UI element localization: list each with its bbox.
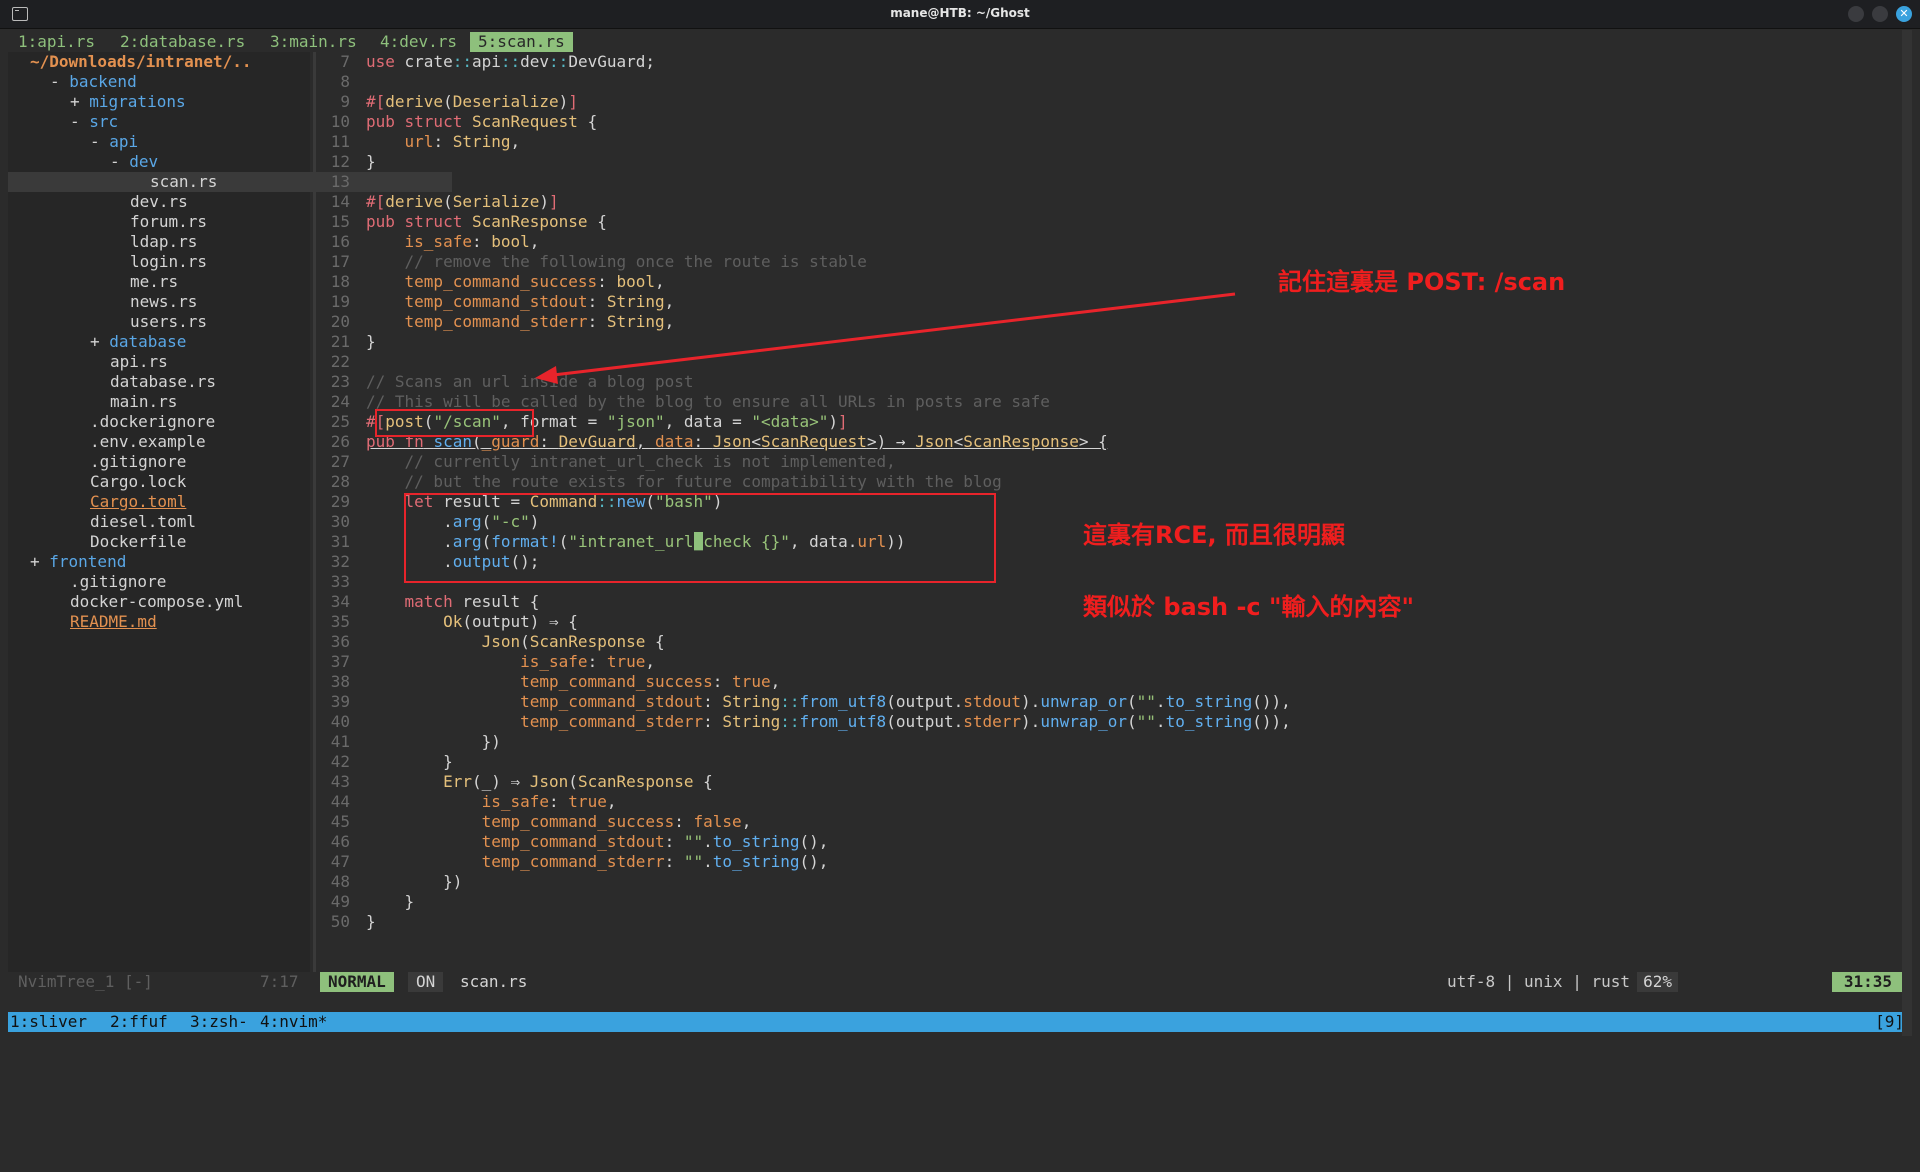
- annotation-arrow: [535, 292, 1236, 384]
- annotation-bash-c: 類似於 bash -c "輸入的內容": [1083, 593, 1415, 621]
- annotation-rce: 這裏有RCE, 而且很明顯: [1083, 521, 1345, 549]
- annotation-post-scan: 記住這裏是 POST: /scan: [1278, 268, 1566, 296]
